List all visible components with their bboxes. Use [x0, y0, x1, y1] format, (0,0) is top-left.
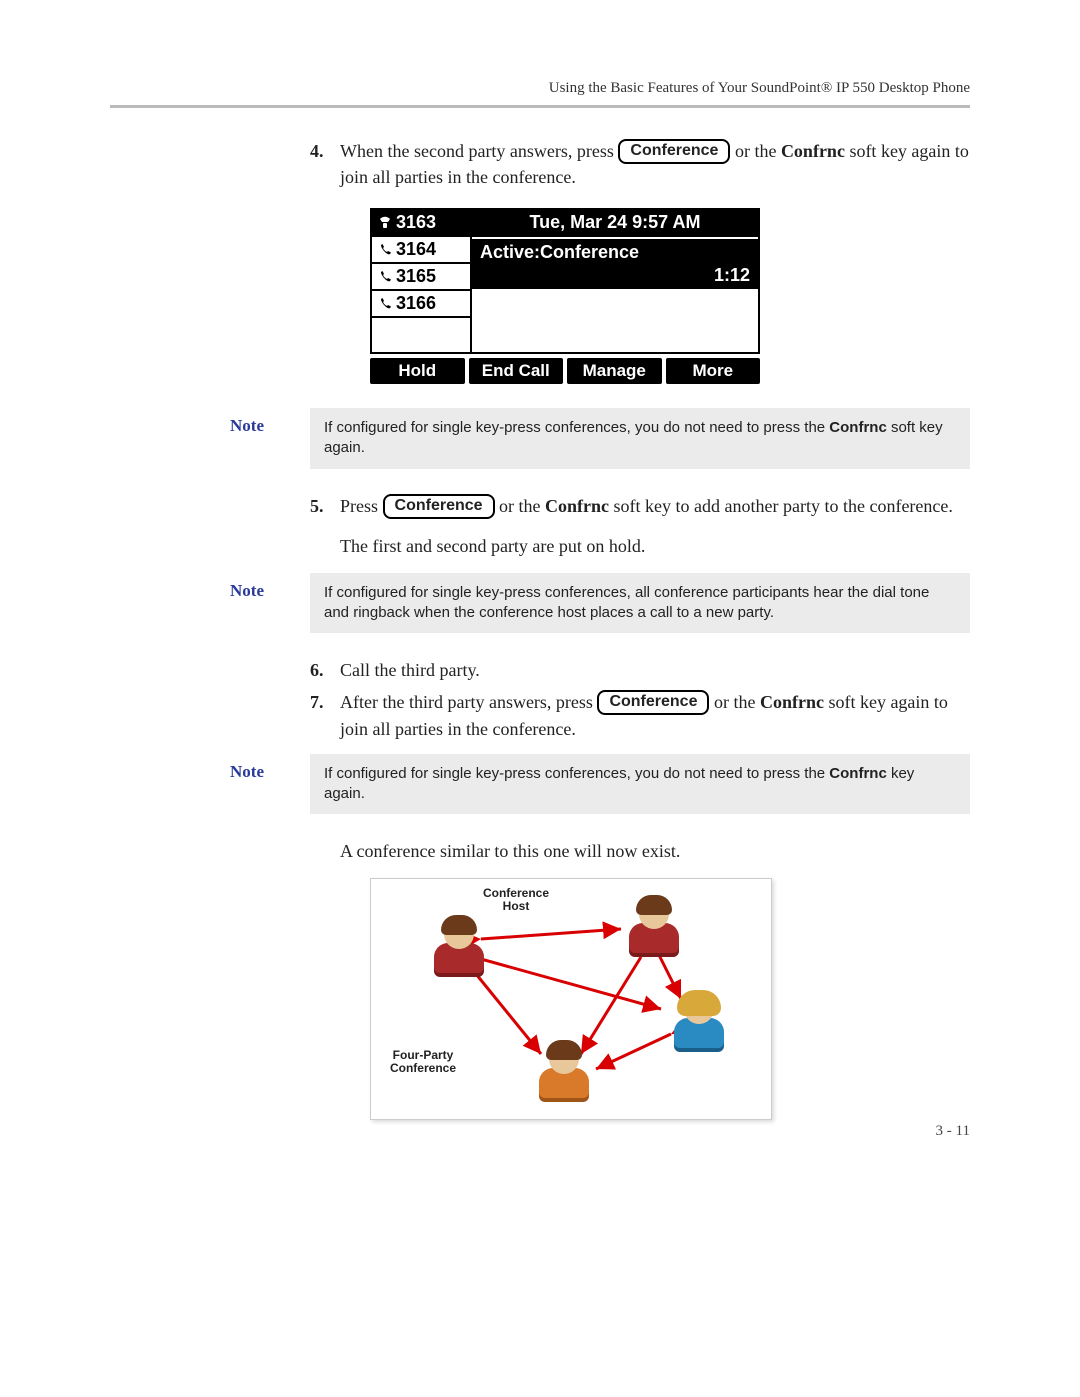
step-5-text-a: Press — [340, 496, 383, 516]
step-7-number: 7. — [310, 689, 324, 715]
note-3: Note If configured for single key-press … — [110, 754, 970, 815]
softkey-manage: Manage — [567, 358, 662, 384]
avatar-party-4 — [536, 1044, 592, 1098]
softkey-endcall: End Call — [469, 358, 564, 384]
softkey-row: Hold End Call Manage More — [370, 358, 760, 384]
step-7: 7. After the third party answers, press … — [310, 689, 970, 741]
softkey-hold: Hold — [370, 358, 465, 384]
screen-status: Active:Conference 1:12 — [472, 237, 758, 291]
softkey-more: More — [666, 358, 761, 384]
closing-text: A conference similar to this one will no… — [340, 838, 970, 864]
running-header: Using the Basic Features of Your SoundPo… — [110, 80, 970, 97]
confrnc-label: Confrnc — [760, 692, 824, 712]
handset-icon — [378, 270, 392, 284]
step-5: 5. Press Conference or the Confrnc soft … — [310, 493, 970, 519]
note-3-text-a: If configured for single key-press confe… — [324, 765, 829, 782]
step-6-number: 6. — [310, 657, 324, 683]
avatar-party-2 — [626, 899, 682, 953]
confrnc-label: Confrnc — [829, 419, 887, 436]
confrnc-label: Confrnc — [781, 141, 845, 161]
handset-icon — [378, 243, 392, 257]
step-5-follow: The first and second party are put on ho… — [340, 533, 970, 559]
call-timer: 1:12 — [714, 265, 750, 286]
diagram-title-label: Four-PartyConference — [383, 1049, 463, 1075]
note-label: Note — [110, 754, 310, 815]
step-7-text-b: or the — [714, 692, 760, 712]
status-text: Active:Conference — [480, 242, 750, 263]
step-5-number: 5. — [310, 493, 324, 519]
line-4-number: 3166 — [396, 293, 436, 314]
phone-screen: 3163 Tue, Mar 24 9:57 AM 3164 3165 — [370, 208, 760, 384]
step-5-text-b: or the — [499, 496, 545, 516]
line-key-1: 3163 — [372, 210, 472, 237]
note-label: Note — [110, 573, 310, 634]
note-2: Note If configured for single key-press … — [110, 573, 970, 634]
confrnc-label: Confrnc — [829, 765, 887, 782]
step-6: 6. Call the third party. — [310, 657, 970, 683]
line-3-number: 3165 — [396, 266, 436, 287]
diagram-host-label: ConferenceHost — [471, 887, 561, 913]
note-1-body: If configured for single key-press confe… — [310, 408, 970, 469]
page-number: 3 - 11 — [936, 1123, 970, 1140]
handset-icon — [378, 297, 392, 311]
step-4-number: 4. — [310, 138, 324, 164]
step-6-text: Call the third party. — [340, 660, 480, 680]
step-4: 4. When the second party answers, press … — [310, 138, 970, 190]
note-1-text-a: If configured for single key-press confe… — [324, 419, 829, 436]
note-label: Note — [110, 408, 310, 469]
confrnc-label: Confrnc — [545, 496, 609, 516]
step-7-text-a: After the third party answers, press — [340, 692, 597, 712]
handset-off-icon — [378, 216, 392, 230]
header-rule — [110, 105, 970, 108]
line-key-2: 3164 — [372, 237, 472, 264]
conference-key-icon: Conference — [597, 690, 709, 715]
step-5-text-c: soft key to add another party to the con… — [609, 496, 953, 516]
note-2-body: If configured for single key-press confe… — [310, 573, 970, 634]
note-3-body: If configured for single key-press confe… — [310, 754, 970, 815]
line-1-number: 3163 — [396, 212, 436, 233]
avatar-host — [431, 919, 487, 973]
note-1: Note If configured for single key-press … — [110, 408, 970, 469]
line-2-number: 3164 — [396, 239, 436, 260]
line-key-blank — [372, 318, 472, 352]
step-4-text-a: When the second party answers, press — [340, 141, 618, 161]
conference-key-icon: Conference — [383, 494, 495, 519]
line-key-4: 3166 — [372, 291, 472, 318]
conference-key-icon: Conference — [618, 139, 730, 164]
line-key-3: 3165 — [372, 264, 472, 291]
screen-body-area — [470, 291, 758, 352]
conference-diagram: ConferenceHost Four-PartyConference — [370, 878, 772, 1120]
avatar-party-3 — [671, 994, 727, 1048]
screen-datetime: Tue, Mar 24 9:57 AM — [472, 210, 758, 237]
step-4-text-b: or the — [735, 141, 781, 161]
